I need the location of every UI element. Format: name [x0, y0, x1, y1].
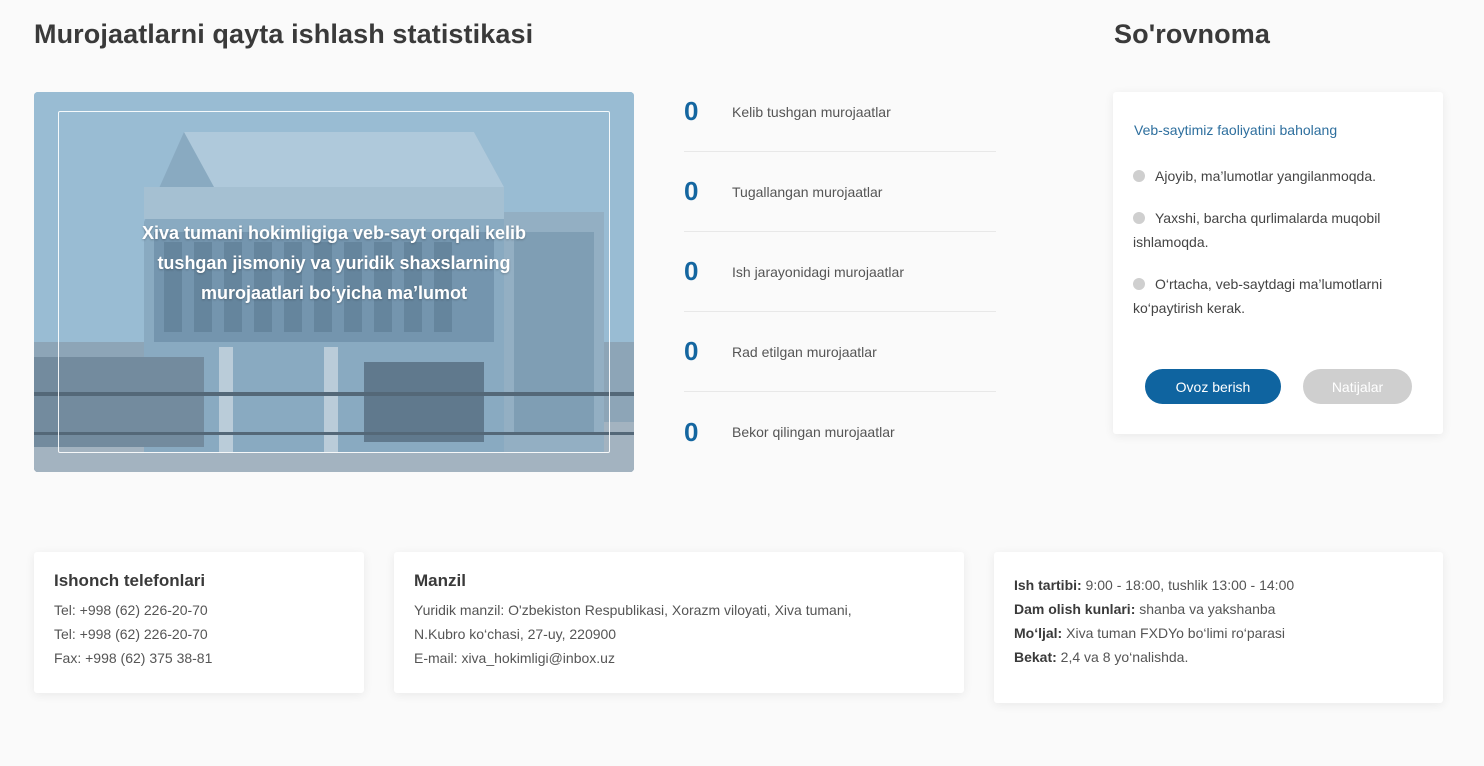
stat-label: Rad etilgan murojaatlar — [732, 343, 877, 360]
hours-row: Mo‘ljal: Xiva tuman FXDYo bo‘limi ro‘par… — [1014, 621, 1423, 645]
survey-question: Veb-saytimiz faoliyatini baholang — [1134, 122, 1338, 138]
stats-list: 0 Kelib tushgan murojaatlar 0 Tugallanga… — [684, 72, 996, 472]
hours-label: Ish tartibi: — [1014, 577, 1082, 593]
survey-title: So'rovnoma — [1114, 19, 1270, 49]
hours-value: shanba va yakshanba — [1135, 601, 1276, 617]
address-line: N.Kubro ko‘chasi, 27-uy, 220900 — [414, 626, 617, 642]
phone-line: Tel: +998 (62) 226-20-70 — [54, 602, 208, 618]
trust-phones-card: Ishonch telefonlari Tel: +998 (62) 226-2… — [34, 552, 364, 693]
hours-value: 9:00 - 18:00, tushlik 13:00 - 14:00 — [1081, 577, 1295, 593]
address-card: Manzil Yuridik manzil: O'zbekiston Respu… — [394, 552, 964, 693]
survey-option-label: Ajoyib, ma’lumotlar yangilanmoqda. — [1155, 168, 1376, 184]
stat-row-completed: 0 Tugallangan murojaatlar — [684, 152, 996, 232]
hours-value: Xiva tuman FXDYo bo‘limi ro‘parasi — [1062, 625, 1286, 641]
image-caption: Xiva tumani hokimligiga veb-sayt orqali … — [141, 223, 527, 303]
hours-row: Dam olish kunlari: shanba va yakshanba — [1014, 597, 1423, 621]
working-hours-card: Ish tartibi: 9:00 - 18:00, tushlik 13:00… — [994, 552, 1443, 703]
address-line: Yuridik manzil: O'zbekiston Respublikasi… — [414, 602, 852, 618]
stat-count: 0 — [684, 176, 699, 206]
stat-label: Ish jarayonidagi murojaatlar — [732, 263, 904, 280]
hours-label: Mo‘ljal: — [1014, 625, 1063, 641]
email-line: E-mail: xiva_hokimligi@inbox.uz — [414, 650, 615, 666]
stat-count: 0 — [684, 416, 699, 447]
radio-button[interactable] — [1133, 212, 1145, 224]
stat-label: Tugallangan murojaatlar — [732, 183, 883, 200]
address-title: Manzil — [414, 571, 466, 590]
stats-title: Murojaatlarni qayta ishlash statistikasi — [34, 19, 534, 49]
stat-row-received: 0 Kelib tushgan murojaatlar — [684, 72, 996, 152]
survey-option-average[interactable]: O‘rtacha, veb-saytdagi ma’lumotlarni ko‘… — [1133, 272, 1423, 320]
hours-label: Bekat: — [1014, 649, 1057, 665]
hours-row: Bekat: 2,4 va 8 yo‘nalishda. — [1014, 645, 1423, 669]
survey-option-label: Yaxshi, barcha qurlimalarda muqobil ishl… — [1133, 210, 1381, 250]
stat-row-cancelled: 0 Bekor qilingan murojaatlar — [684, 392, 996, 472]
fax-line: Fax: +998 (62) 375 38-81 — [54, 650, 213, 666]
phones-title: Ishonch telefonlari — [54, 571, 206, 590]
stat-label: Bekor qilingan murojaatlar — [732, 424, 895, 440]
survey-option-excellent[interactable]: Ajoyib, ma’lumotlar yangilanmoqda. — [1133, 164, 1423, 188]
radio-button[interactable] — [1133, 278, 1145, 290]
stat-count: 0 — [684, 336, 699, 366]
hours-row: Ish tartibi: 9:00 - 18:00, tushlik 13:00… — [1014, 573, 1423, 597]
stat-count: 0 — [684, 96, 699, 126]
hours-value: 2,4 va 8 yo‘nalishda. — [1056, 649, 1189, 665]
stat-row-rejected: 0 Rad etilgan murojaatlar — [684, 312, 996, 392]
survey-option-good[interactable]: Yaxshi, barcha qurlimalarda muqobil ishl… — [1133, 206, 1423, 254]
survey-option-label: O‘rtacha, veb-saytdagi ma’lumotlarni ko‘… — [1133, 276, 1383, 316]
stat-label: Kelib tushgan murojaatlar — [732, 103, 891, 120]
vote-button[interactable]: Ovoz berish — [1145, 369, 1281, 404]
stat-count: 0 — [684, 256, 699, 286]
radio-button[interactable] — [1133, 170, 1145, 182]
hours-label: Dam olish kunlari: — [1014, 601, 1136, 617]
building-image-card[interactable]: Xiva tumani hokimligiga veb-sayt orqali … — [34, 92, 634, 472]
results-button[interactable]: Natijalar — [1303, 369, 1412, 404]
phone-line: Tel: +998 (62) 226-20-70 — [54, 626, 208, 642]
survey-card: Veb-saytimiz faoliyatini baholang Ajoyib… — [1113, 92, 1443, 434]
stat-row-in-progress: 0 Ish jarayonidagi murojaatlar — [684, 232, 996, 312]
